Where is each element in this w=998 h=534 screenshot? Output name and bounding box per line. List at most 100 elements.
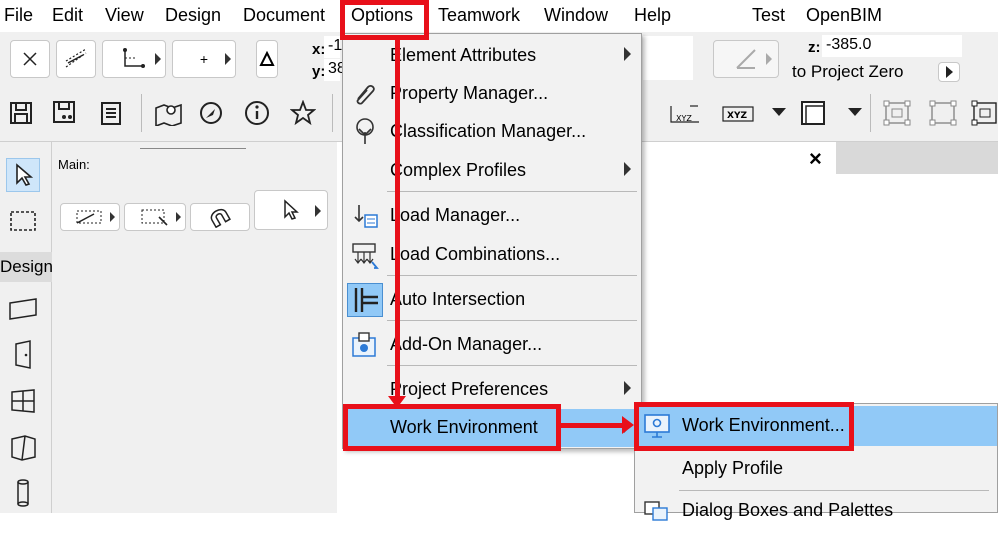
dropdown-arrow-icon[interactable] — [848, 108, 862, 116]
marquee-icon — [10, 211, 36, 231]
paperclip-icon — [347, 77, 383, 111]
auto-intersection-icon — [347, 283, 383, 317]
close-tab-icon[interactable]: × — [809, 146, 822, 172]
save-button[interactable] — [6, 98, 36, 128]
view-frame-icon — [801, 101, 825, 125]
menu-file[interactable]: File — [4, 5, 33, 26]
suspend-groups-button[interactable] — [970, 98, 998, 128]
menu-edit[interactable]: Edit — [52, 5, 83, 26]
group-icon — [883, 100, 911, 126]
menu-separator — [387, 365, 637, 366]
arrow-tool[interactable] — [6, 158, 40, 192]
menu-item-property-manager[interactable]: Property Manager... — [343, 75, 641, 113]
x-coordinate-field[interactable]: -1 — [324, 36, 342, 58]
coordinate-grid-button[interactable] — [102, 40, 166, 78]
save-as-button[interactable] — [50, 98, 80, 128]
palettes-icon — [643, 498, 671, 529]
menu-item-complex-profiles[interactable]: Complex Profiles — [343, 152, 641, 190]
menu-item-add-on-manager[interactable]: Add-On Manager... — [343, 326, 641, 364]
window-tool[interactable] — [6, 384, 40, 418]
menu-teamwork[interactable]: Teamwork — [438, 5, 520, 26]
menu-item-label: Load Manager... — [390, 205, 521, 225]
menu-item-load-combinations[interactable]: Load Combinations... — [343, 236, 641, 274]
favorites-button[interactable] — [288, 98, 318, 128]
menu-separator — [387, 320, 637, 321]
compass-icon — [200, 102, 222, 124]
info-box: Main: — [52, 142, 337, 513]
submenu-arrow-icon — [624, 47, 631, 61]
navigator-button[interactable] — [196, 98, 226, 128]
menu-item-label: Classification Manager... — [390, 121, 587, 141]
menu-test[interactable]: Test — [752, 5, 785, 26]
menu-window[interactable]: Window — [544, 5, 608, 26]
menu-bar: File Edit View Design Document Options T… — [0, 0, 998, 32]
submenu-item-label: Apply Profile — [682, 458, 784, 478]
angle-lock-button[interactable] — [713, 40, 779, 78]
skylight-tool[interactable] — [6, 430, 40, 464]
marquee-tool[interactable] — [6, 204, 40, 238]
toolbox-section-header[interactable]: Design — [0, 252, 53, 282]
menu-separator — [679, 490, 989, 491]
coordinate-field-extension — [643, 36, 693, 80]
guide-lines-icon — [65, 48, 87, 68]
xyz-plane-button[interactable]: XYZ — [667, 100, 703, 128]
guide-lines-button[interactable] — [56, 40, 96, 78]
snap-point-button[interactable] — [10, 40, 50, 78]
menu-item-label: Project Preferences — [390, 379, 549, 399]
relative-construction-button[interactable] — [256, 40, 278, 78]
z-coordinate-field[interactable]: -385.0 — [822, 35, 962, 57]
selection-method-button[interactable] — [60, 203, 120, 231]
menu-item-load-manager[interactable]: Load Manager... — [343, 197, 641, 235]
options-dropdown-menu: Element Attributes Property Manager... C… — [342, 33, 642, 449]
column-tool[interactable] — [6, 476, 40, 510]
wall-tool[interactable] — [6, 292, 40, 326]
menu-item-classification-manager[interactable]: Classification Manager... — [343, 113, 641, 151]
marquee-mode-button[interactable] — [124, 203, 186, 231]
dropdown-arrow-icon[interactable] — [772, 108, 786, 116]
dropdown-arrow-icon — [176, 212, 181, 222]
menu-document[interactable]: Document — [243, 5, 325, 26]
menu-item-auto-intersection[interactable]: Auto Intersection — [343, 281, 641, 319]
submenu-arrow-icon — [624, 381, 631, 395]
reference-dropdown-button[interactable] — [938, 62, 960, 82]
arrow-cursor-icon — [284, 199, 299, 220]
xyz-plane-icon: XYZ — [670, 105, 699, 123]
angle-lock-icon — [736, 49, 756, 69]
submenu-arrow-icon — [624, 162, 631, 176]
menu-help[interactable]: Help — [634, 5, 671, 26]
cursor-mode-button[interactable] — [254, 190, 328, 230]
y-coordinate-field[interactable]: 38 — [324, 59, 346, 81]
reference-level-label[interactable]: to Project Zero — [792, 62, 904, 82]
menu-separator — [387, 191, 637, 192]
notes-button[interactable] — [96, 98, 126, 128]
xyz-button[interactable]: XYZ — [720, 100, 756, 128]
group-button[interactable] — [880, 98, 914, 128]
map-location-button[interactable] — [152, 98, 186, 128]
menu-openbim[interactable]: OpenBIM — [806, 5, 882, 26]
wall-icon — [9, 298, 37, 320]
view-frame-button[interactable] — [797, 98, 829, 128]
column-icon — [17, 479, 29, 507]
submenu-item-dialog-boxes-palettes[interactable]: Dialog Boxes and Palettes — [635, 494, 997, 534]
ungroup-icon — [929, 100, 957, 126]
door-tool[interactable] — [6, 338, 40, 372]
submenu-item-apply-profile[interactable]: Apply Profile — [635, 447, 997, 487]
skylight-icon — [11, 435, 36, 461]
menu-design[interactable]: Design — [165, 5, 221, 26]
info-button[interactable] — [242, 98, 272, 128]
annotation-arrowhead-right — [622, 416, 634, 434]
menu-item-label: Element Attributes — [390, 45, 537, 65]
quick-selection-button[interactable] — [190, 203, 250, 231]
menu-item-element-attributes[interactable]: Element Attributes — [343, 37, 641, 75]
save-as-icon — [53, 101, 75, 123]
menu-item-label: Property Manager... — [390, 83, 549, 103]
inactive-tab-area[interactable] — [836, 142, 998, 174]
ungroup-button[interactable] — [926, 98, 960, 128]
menu-view[interactable]: View — [105, 5, 144, 26]
svg-text:XYZ: XYZ — [676, 114, 692, 123]
arrow-cursor-icon — [16, 163, 33, 186]
marquee-mode-icon — [141, 209, 168, 226]
cursor-snap-button[interactable]: + — [172, 40, 236, 78]
door-icon — [15, 340, 31, 369]
main-label: Main: — [58, 157, 90, 172]
